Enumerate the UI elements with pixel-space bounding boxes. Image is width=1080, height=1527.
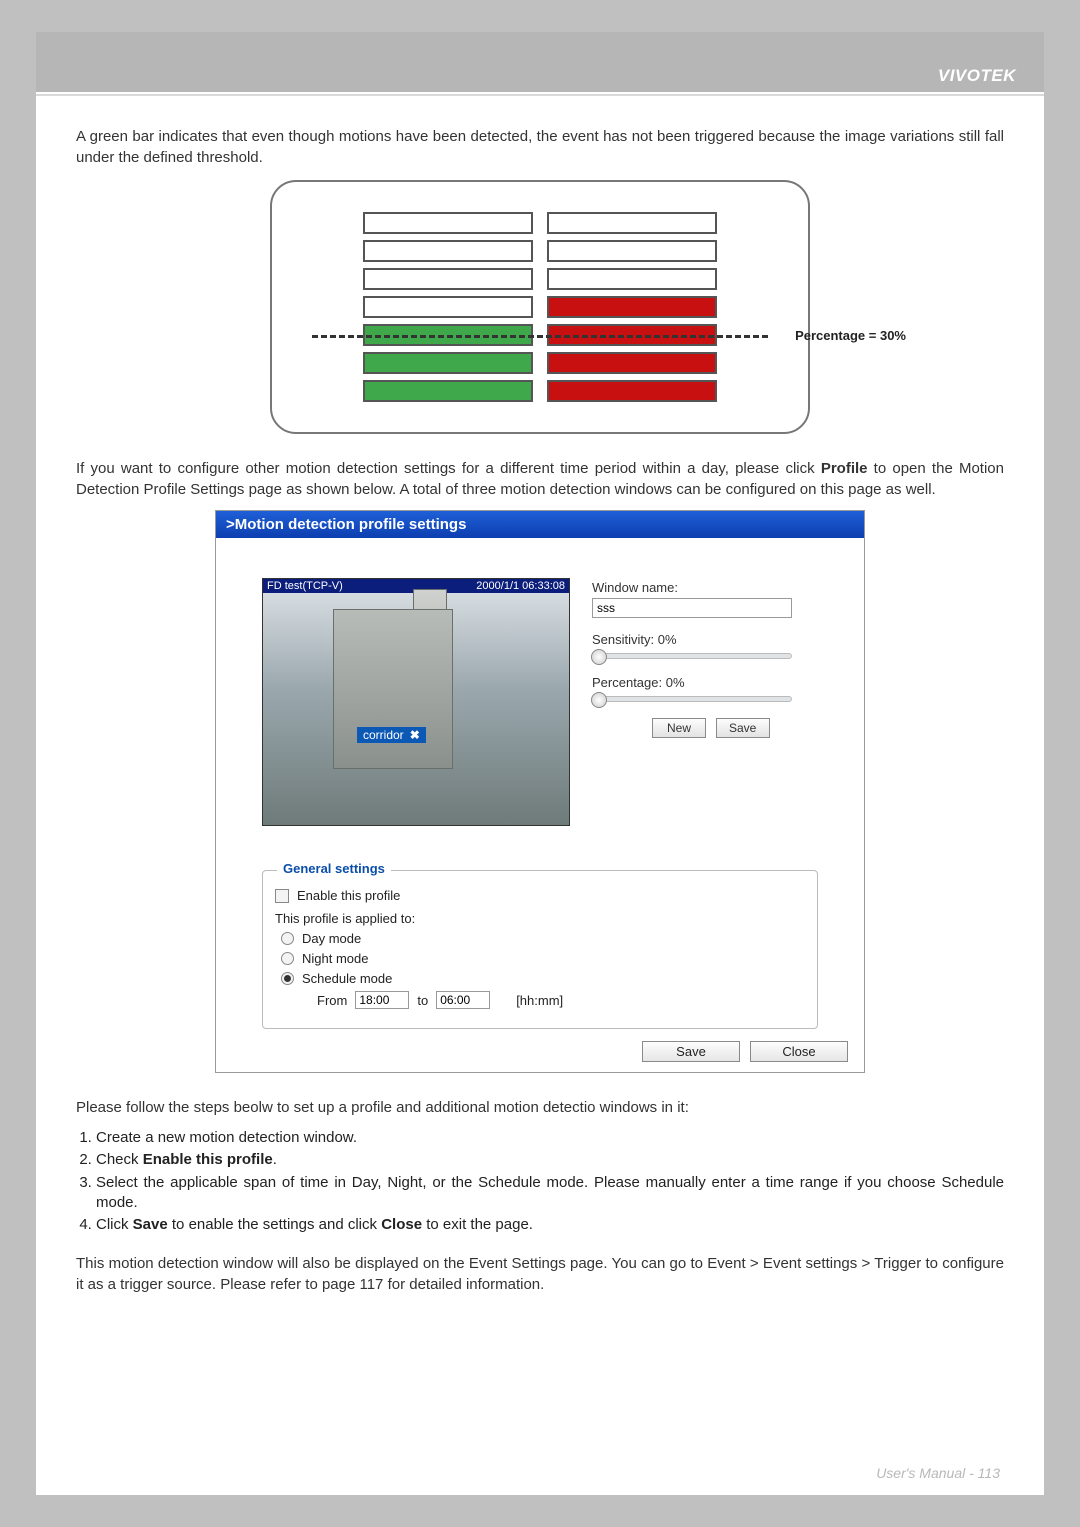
steps-list: Create a new motion detection window. Ch… (96, 1128, 1004, 1235)
intro-paragraph: A green bar indicates that even though m… (76, 126, 1004, 168)
save-button[interactable]: Save (716, 718, 770, 738)
step-3: Select the applicable span of time in Da… (96, 1173, 1004, 1214)
detection-window-tag[interactable]: corridor ✖ (357, 727, 426, 743)
threshold-line (312, 335, 768, 338)
profile-close-button[interactable]: Close (750, 1041, 848, 1062)
brand-logo: VIVOTEK (938, 66, 1016, 86)
steps-intro: Please follow the steps beolw to set up … (76, 1097, 1004, 1118)
sensitivity-slider[interactable] (592, 653, 792, 659)
slider-knob[interactable] (591, 692, 607, 708)
night-mode-label: Night mode (302, 951, 368, 966)
preview-name: FD test(TCP-V) (267, 580, 343, 592)
general-settings-legend: General settings (277, 861, 391, 876)
percentage-slider[interactable] (592, 696, 792, 702)
threshold-diagram: Percentage = 30% (76, 180, 1004, 434)
schedule-mode-radio[interactable] (281, 972, 294, 985)
enable-profile-checkbox[interactable] (275, 889, 289, 903)
level-column-left (363, 212, 533, 408)
sensitivity-label: Sensitivity: 0% (592, 632, 848, 647)
step-2: Check Enable this profile. (96, 1150, 1004, 1170)
footer-page: 113 (978, 1465, 1000, 1481)
night-mode-radio[interactable] (281, 952, 294, 965)
profile-settings-title: >Motion detection profile settings (216, 511, 864, 538)
percentage-label-ctrl: Percentage: 0% (592, 675, 848, 690)
window-name-label: Window name: (592, 580, 848, 595)
from-time-input[interactable] (355, 991, 409, 1009)
header-band: VIVOTEK (36, 32, 1044, 94)
slider-knob[interactable] (591, 649, 607, 665)
profile-save-button[interactable]: Save (642, 1041, 740, 1062)
from-label: From (317, 993, 347, 1008)
to-time-input[interactable] (436, 991, 490, 1009)
schedule-mode-label: Schedule mode (302, 971, 392, 986)
header-divider (36, 94, 1044, 96)
p2-b: Profile (821, 460, 868, 477)
footer-label: User's Manual - (876, 1465, 977, 1481)
profile-settings-screenshot: >Motion detection profile settings FD te… (215, 510, 865, 1073)
new-button[interactable]: New (652, 718, 706, 738)
enable-profile-label: Enable this profile (297, 888, 400, 903)
hhmm-hint: [hh:mm] (516, 993, 563, 1008)
profile-paragraph: If you want to configure other motion de… (76, 458, 1004, 500)
day-mode-label: Day mode (302, 931, 361, 946)
day-mode-radio[interactable] (281, 932, 294, 945)
step-1: Create a new motion detection window. (96, 1128, 1004, 1148)
level-column-right (547, 212, 717, 408)
outro-paragraph: This motion detection window will also b… (76, 1253, 1004, 1295)
percentage-label: Percentage = 30% (795, 328, 906, 343)
p2-a: If you want to configure other motion de… (76, 460, 821, 477)
window-name-input[interactable] (592, 598, 792, 618)
step-4: Click Save to enable the settings and cl… (96, 1215, 1004, 1235)
general-settings-group: General settings Enable this profile Thi… (262, 870, 818, 1029)
close-icon[interactable]: ✖ (410, 728, 420, 742)
applied-to-label: This profile is applied to: (275, 911, 415, 926)
to-label: to (417, 993, 428, 1008)
preview-timestamp: 2000/1/1 06:33:08 (476, 580, 565, 592)
detection-window-label: corridor (363, 728, 404, 742)
video-preview: FD test(TCP-V) 2000/1/1 06:33:08 corrido… (262, 578, 570, 826)
page-footer: User's Manual - 113 (876, 1465, 1000, 1481)
